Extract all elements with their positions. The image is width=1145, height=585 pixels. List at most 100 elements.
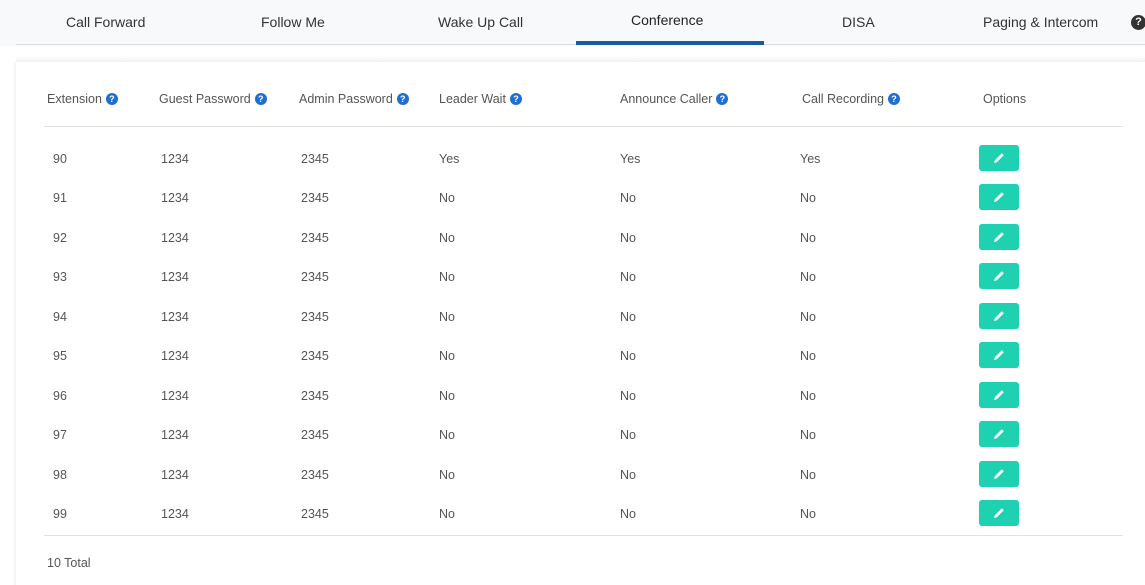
cell-leader-wait: No xyxy=(439,191,455,205)
cell-guest-password: 1234 xyxy=(161,231,189,245)
cell-admin-password: 2345 xyxy=(301,310,329,324)
edit-pencil-icon xyxy=(994,271,1004,281)
cell-extension: 91 xyxy=(53,191,67,205)
column-header-options: Options xyxy=(983,92,1026,106)
table-row: 97 1234 2345 No No No xyxy=(0,417,1145,456)
cell-announce-caller: No xyxy=(620,389,636,403)
edit-button[interactable] xyxy=(979,500,1019,526)
edit-button[interactable] xyxy=(979,184,1019,210)
cell-extension: 95 xyxy=(53,349,67,363)
column-header-leader-wait: Leader Wait? xyxy=(439,92,522,106)
cell-admin-password: 2345 xyxy=(301,152,329,166)
cell-leader-wait: No xyxy=(439,507,455,521)
cell-leader-wait: No xyxy=(439,389,455,403)
edit-button[interactable] xyxy=(979,421,1019,447)
cell-admin-password: 2345 xyxy=(301,270,329,284)
cell-leader-wait: No xyxy=(439,428,455,442)
table-row: 92 1234 2345 No No No xyxy=(0,220,1145,259)
cell-call-recording: No xyxy=(800,389,816,403)
table-row: 91 1234 2345 No No No xyxy=(0,180,1145,219)
cell-announce-caller: No xyxy=(620,507,636,521)
cell-announce-caller: No xyxy=(620,310,636,324)
column-header-call-recording: Call Recording? xyxy=(802,92,900,106)
cell-guest-password: 1234 xyxy=(161,152,189,166)
edit-button[interactable] xyxy=(979,145,1019,171)
cell-call-recording: No xyxy=(800,349,816,363)
column-header-extension: Extension? xyxy=(47,92,118,106)
help-icon[interactable]: ? xyxy=(105,93,118,105)
help-icon[interactable]: ? xyxy=(509,93,522,105)
edit-pencil-icon xyxy=(994,311,1004,321)
table-row: 96 1234 2345 No No No xyxy=(0,378,1145,417)
edit-pencil-icon xyxy=(994,232,1004,242)
cell-announce-caller: No xyxy=(620,270,636,284)
column-header-label: Announce Caller xyxy=(620,92,713,106)
cell-admin-password: 2345 xyxy=(301,507,329,521)
cell-guest-password: 1234 xyxy=(161,468,189,482)
edit-pencil-icon xyxy=(994,192,1004,202)
cell-extension: 96 xyxy=(53,389,67,403)
tab-call-forward[interactable]: Call Forward xyxy=(66,14,145,44)
cell-extension: 94 xyxy=(53,310,67,324)
column-header-label: Call Recording xyxy=(802,92,884,106)
cell-guest-password: 1234 xyxy=(161,270,189,284)
cell-admin-password: 2345 xyxy=(301,389,329,403)
edit-pencil-icon xyxy=(994,508,1004,518)
active-tab-indicator xyxy=(576,41,764,45)
cell-leader-wait: No xyxy=(439,231,455,245)
cell-extension: 98 xyxy=(53,468,67,482)
tab-paging-intercom[interactable]: Paging & Intercom xyxy=(983,14,1098,44)
tab-follow-me[interactable]: Follow Me xyxy=(261,14,325,44)
cell-call-recording: No xyxy=(800,191,816,205)
column-header-label: Options xyxy=(983,92,1027,106)
cell-guest-password: 1234 xyxy=(161,310,189,324)
help-icon[interactable]: ? xyxy=(716,93,729,105)
cell-announce-caller: Yes xyxy=(620,152,641,166)
tab-wake-up-call[interactable]: Wake Up Call xyxy=(438,14,523,44)
conference-page: Call Forward Follow Me Wake Up Call Conf… xyxy=(0,0,1145,585)
column-header-label: Admin Password xyxy=(299,92,393,106)
cell-call-recording: No xyxy=(800,428,816,442)
help-icon[interactable]: ? xyxy=(396,93,409,105)
table-row: 94 1234 2345 No No No xyxy=(0,299,1145,338)
cell-call-recording: No xyxy=(800,310,816,324)
cell-guest-password: 1234 xyxy=(161,349,189,363)
tab-conference[interactable]: Conference xyxy=(631,12,703,42)
cell-extension: 90 xyxy=(53,152,67,166)
tab-disa[interactable]: DISA xyxy=(842,14,875,44)
edit-button[interactable] xyxy=(979,382,1019,408)
cell-leader-wait: No xyxy=(439,310,455,324)
cell-guest-password: 1234 xyxy=(161,507,189,521)
edit-button[interactable] xyxy=(979,461,1019,487)
edit-pencil-icon xyxy=(994,429,1004,439)
more-icon[interactable]: ? xyxy=(1131,15,1145,30)
help-icon[interactable]: ? xyxy=(887,93,900,105)
edit-pencil-icon xyxy=(994,350,1004,360)
column-header-label: Leader Wait xyxy=(439,92,506,106)
column-header-label: Extension xyxy=(47,92,102,106)
cell-call-recording: No xyxy=(800,231,816,245)
cell-announce-caller: No xyxy=(620,468,636,482)
total-count: 10 Total xyxy=(47,556,91,570)
cell-extension: 93 xyxy=(53,270,67,284)
table-row: 95 1234 2345 No No No xyxy=(0,338,1145,377)
edit-button[interactable] xyxy=(979,224,1019,250)
tab-bar: Call Forward Follow Me Wake Up Call Conf… xyxy=(0,0,1145,46)
cell-admin-password: 2345 xyxy=(301,349,329,363)
edit-button[interactable] xyxy=(979,303,1019,329)
cell-guest-password: 1234 xyxy=(161,191,189,205)
edit-button[interactable] xyxy=(979,263,1019,289)
cell-announce-caller: No xyxy=(620,428,636,442)
cell-call-recording: No xyxy=(800,507,816,521)
cell-guest-password: 1234 xyxy=(161,428,189,442)
help-icon[interactable]: ? xyxy=(254,93,267,105)
edit-pencil-icon xyxy=(994,469,1004,479)
edit-button[interactable] xyxy=(979,342,1019,368)
cell-extension: 99 xyxy=(53,507,67,521)
cell-call-recording: Yes xyxy=(800,152,821,166)
table-row: 93 1234 2345 No No No xyxy=(0,259,1145,298)
cell-leader-wait: No xyxy=(439,270,455,284)
cell-announce-caller: No xyxy=(620,191,636,205)
footer-divider xyxy=(44,535,1123,536)
cell-guest-password: 1234 xyxy=(161,389,189,403)
